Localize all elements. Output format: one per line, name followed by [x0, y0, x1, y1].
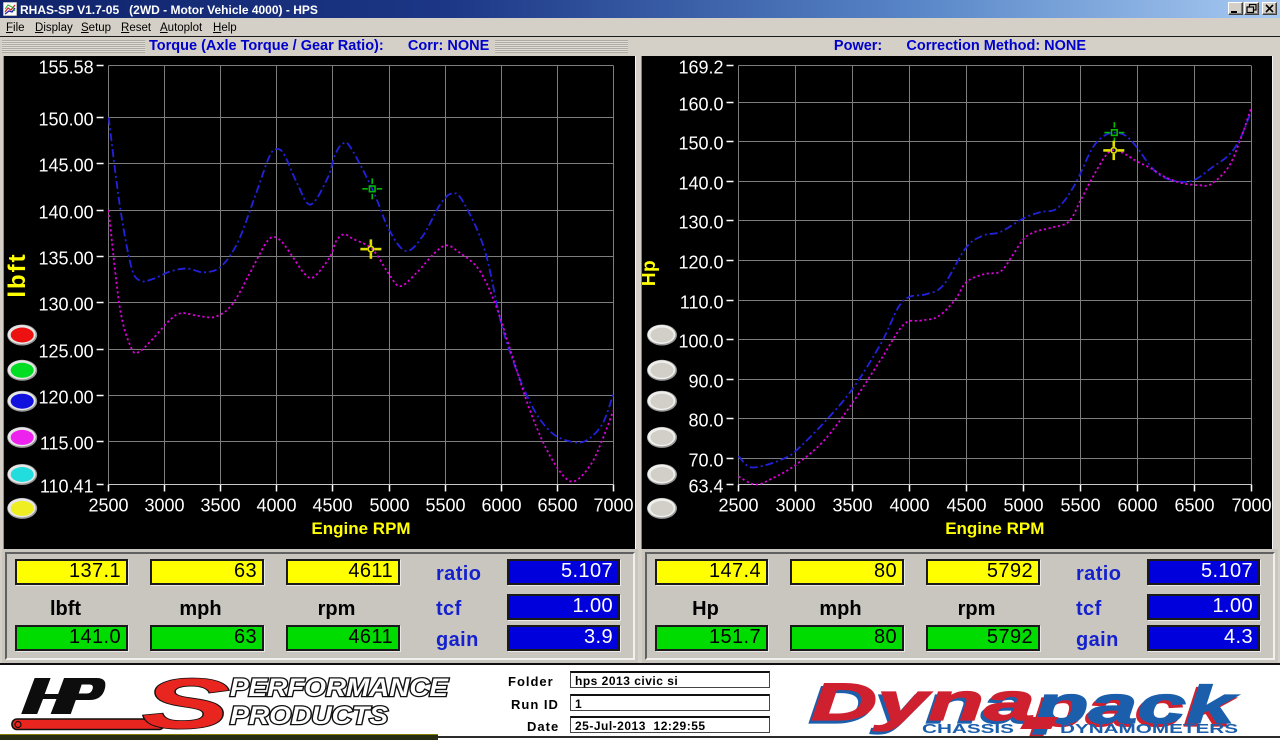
svg-text:150.00: 150.00 [39, 110, 94, 130]
svg-text:140.00: 140.00 [39, 203, 94, 223]
svg-text:6500: 6500 [537, 496, 577, 516]
svg-text:PRODUCTS: PRODUCTS [230, 702, 388, 730]
svg-text:5000: 5000 [1003, 496, 1043, 516]
svg-text:115.00: 115.00 [40, 434, 94, 454]
svg-text:3500: 3500 [200, 496, 240, 516]
svg-text:125.00: 125.00 [39, 342, 94, 362]
svg-text:3500: 3500 [832, 496, 872, 516]
svg-text:155.58: 155.58 [39, 58, 94, 78]
svg-text:2500: 2500 [718, 496, 758, 516]
svg-text:5500: 5500 [425, 496, 465, 516]
svg-text:4500: 4500 [312, 496, 352, 516]
svg-text:S: S [142, 670, 230, 738]
svg-text:70.0: 70.0 [688, 451, 723, 471]
svg-text:120.0: 120.0 [678, 253, 723, 273]
svg-text:5000: 5000 [369, 496, 409, 516]
svg-text:7000: 7000 [1231, 496, 1271, 516]
svg-text:63.4: 63.4 [688, 477, 723, 497]
svg-text:169.2: 169.2 [678, 58, 723, 78]
svg-text:CHASSIS: CHASSIS [922, 722, 1014, 736]
svg-text:Hp: Hp [640, 260, 660, 286]
svg-text:PERFORMANCE: PERFORMANCE [230, 674, 449, 702]
svg-text:145.00: 145.00 [39, 156, 94, 176]
svg-text:150.0: 150.0 [678, 134, 723, 154]
svg-text:2500: 2500 [88, 496, 128, 516]
svg-text:6000: 6000 [1117, 496, 1157, 516]
svg-text:90.0: 90.0 [688, 372, 723, 392]
svg-text:130.0: 130.0 [678, 213, 723, 233]
svg-text:4000: 4000 [256, 496, 296, 516]
svg-text:160.0: 160.0 [678, 95, 723, 115]
svg-text:Engine RPM: Engine RPM [311, 519, 410, 538]
svg-text:6500: 6500 [1174, 496, 1214, 516]
svg-text:DYNAMOMETERS: DYNAMOMETERS [1060, 722, 1238, 736]
svg-text:110.0: 110.0 [680, 293, 724, 313]
svg-text:140.0: 140.0 [678, 174, 723, 194]
svg-text:6000: 6000 [481, 496, 521, 516]
svg-text:4500: 4500 [946, 496, 986, 516]
svg-text:80.0: 80.0 [688, 411, 723, 431]
svg-text:135.00: 135.00 [39, 249, 94, 269]
svg-text:110.41: 110.41 [40, 477, 94, 497]
svg-text:lbft: lbft [4, 252, 31, 297]
svg-text:100.0: 100.0 [678, 332, 723, 352]
svg-text:3000: 3000 [144, 496, 184, 516]
svg-text:7000: 7000 [593, 496, 633, 516]
svg-text:4000: 4000 [889, 496, 929, 516]
svg-text:3000: 3000 [775, 496, 815, 516]
svg-text:Engine RPM: Engine RPM [945, 519, 1044, 538]
svg-text:130.00: 130.00 [39, 295, 94, 315]
svg-text:5500: 5500 [1060, 496, 1100, 516]
svg-text:120.00: 120.00 [39, 388, 94, 408]
